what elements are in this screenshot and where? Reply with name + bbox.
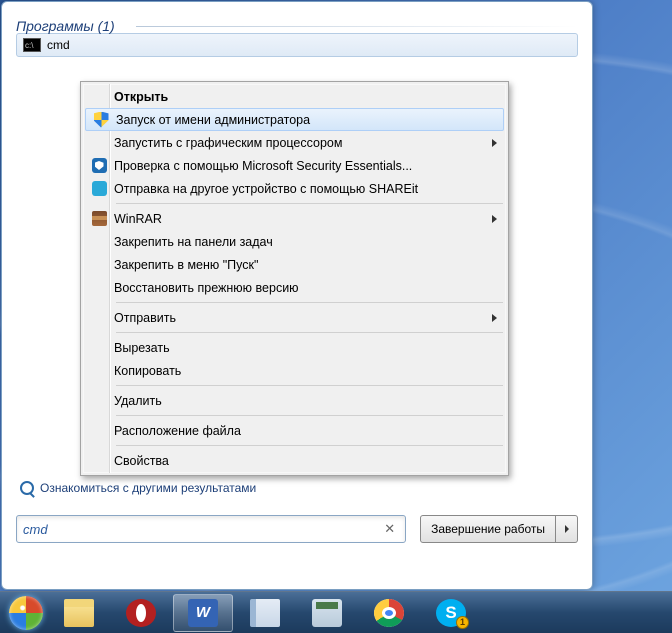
- context-menu-item-label: Копировать: [114, 364, 487, 378]
- context-menu-item[interactable]: Удалить: [84, 389, 505, 412]
- context-menu-item[interactable]: Запустить с графическим процессором: [84, 131, 505, 154]
- taskbar-item-opera[interactable]: [111, 594, 171, 632]
- context-menu-item-label: Открыть: [114, 90, 487, 104]
- windows-logo-icon: [9, 596, 43, 630]
- context-menu-item-label: Удалить: [114, 394, 487, 408]
- context-menu-item[interactable]: Открыть: [84, 85, 505, 108]
- start-button[interactable]: [4, 594, 48, 632]
- search-result-cmd[interactable]: c:\ cmd: [16, 33, 578, 57]
- see-more-results-link[interactable]: Ознакомиться с другими результатами: [16, 475, 578, 501]
- context-menu-item[interactable]: Закрепить на панели задач: [84, 230, 505, 253]
- context-menu-item[interactable]: Отправка на другое устройство с помощью …: [84, 177, 505, 200]
- context-menu-separator: [116, 302, 503, 303]
- context-menu-item-label: Отправить: [114, 311, 487, 325]
- context-menu: Открыть Запуск от имени администратора Зап…: [80, 81, 509, 476]
- notepad-icon: [250, 599, 280, 627]
- context-menu-item-label: Отправка на другое устройство с помощью …: [114, 182, 487, 196]
- context-menu-item[interactable]: Восстановить прежнюю версию: [84, 276, 505, 299]
- taskbar-item-word[interactable]: W: [173, 594, 233, 632]
- taskbar: W S1: [0, 591, 672, 633]
- context-menu-separator: [116, 203, 503, 204]
- explorer-icon: [64, 599, 94, 627]
- context-menu-item-label: Закрепить в меню "Пуск": [114, 258, 487, 272]
- chrome-icon: [374, 599, 404, 627]
- context-menu-item-label: Запустить с графическим процессором: [114, 136, 487, 150]
- shutdown-button[interactable]: Завершение работы: [420, 515, 556, 543]
- divider: [136, 26, 578, 27]
- taskbar-item-skype[interactable]: S1: [421, 594, 481, 632]
- notification-badge: 1: [456, 616, 469, 629]
- context-menu-item-label: WinRAR: [114, 212, 487, 226]
- context-menu-item[interactable]: Расположение файла: [84, 419, 505, 442]
- context-menu-item-label: Восстановить прежнюю версию: [114, 281, 487, 295]
- context-menu-item-label: Свойства: [114, 454, 487, 468]
- search-result-label: cmd: [47, 38, 70, 52]
- taskbar-item-notepad[interactable]: [235, 594, 295, 632]
- skype-icon: S1: [436, 599, 466, 627]
- context-menu-item-label: Вырезать: [114, 341, 487, 355]
- see-more-label: Ознакомиться с другими результатами: [40, 481, 256, 495]
- start-menu-bottom-row: ✕ Завершение работы: [16, 515, 578, 543]
- calculator-icon: [312, 599, 342, 627]
- clear-search-icon[interactable]: ✕: [380, 521, 399, 537]
- context-menu-separator: [116, 445, 503, 446]
- context-menu-item[interactable]: Копировать: [84, 359, 505, 382]
- context-menu-item[interactable]: Запуск от имени администратора: [85, 108, 504, 131]
- opera-icon: [126, 599, 156, 627]
- search-input[interactable]: [23, 522, 380, 537]
- taskbar-item-explorer[interactable]: [49, 594, 109, 632]
- shutdown-options-arrow[interactable]: [556, 515, 578, 543]
- context-menu-item[interactable]: WinRAR: [84, 207, 505, 230]
- context-menu-item[interactable]: Закрепить в меню "Пуск": [84, 253, 505, 276]
- context-menu-item-label: Расположение файла: [114, 424, 487, 438]
- shield-icon: [86, 112, 116, 128]
- taskbar-item-calculator[interactable]: [297, 594, 357, 632]
- context-menu-separator: [116, 385, 503, 386]
- context-menu-item[interactable]: Проверка с помощью Microsoft Security Es…: [84, 154, 505, 177]
- context-menu-item-label: Закрепить на панели задач: [114, 235, 487, 249]
- winrar-icon: [84, 211, 114, 226]
- context-menu-item[interactable]: Отправить: [84, 306, 505, 329]
- mse-icon: [84, 158, 114, 173]
- search-box[interactable]: ✕: [16, 515, 406, 543]
- cmd-icon: c:\: [23, 38, 41, 52]
- word-icon: W: [188, 599, 218, 627]
- context-menu-item-label: Запуск от имени администратора: [116, 113, 485, 127]
- shutdown-split-button: Завершение работы: [420, 515, 578, 543]
- taskbar-item-chrome[interactable]: [359, 594, 419, 632]
- context-menu-separator: [116, 332, 503, 333]
- context-menu-item[interactable]: Свойства: [84, 449, 505, 472]
- shareit-icon: [84, 181, 114, 196]
- context-menu-item-label: Проверка с помощью Microsoft Security Es…: [114, 159, 487, 173]
- context-menu-separator: [116, 415, 503, 416]
- context-menu-item[interactable]: Вырезать: [84, 336, 505, 359]
- magnifier-icon: [20, 481, 34, 495]
